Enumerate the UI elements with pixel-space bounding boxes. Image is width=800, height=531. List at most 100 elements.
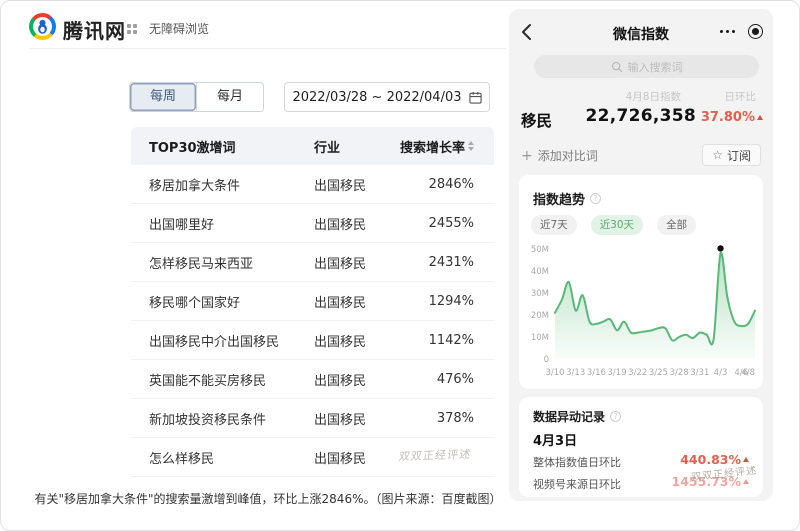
table-row[interactable]: 移居加拿大条件出国移民2846% xyxy=(131,165,494,204)
industry-cell: 出国移民 xyxy=(314,370,388,389)
column-header-keyword[interactable]: TOP30激增词 xyxy=(131,137,314,156)
keyword-row[interactable]: 移民 22,726,358 37.80% xyxy=(521,106,763,132)
column-header-industry[interactable]: 行业 xyxy=(314,137,388,156)
y-axis-tick-label: 40M xyxy=(531,267,549,277)
info-icon[interactable]: ? xyxy=(610,411,621,422)
info-icon[interactable]: ? xyxy=(590,193,601,204)
y-axis-tick-label: 0 xyxy=(544,355,549,365)
x-axis-tick-label: 3/22 xyxy=(628,368,647,378)
keyword-cell: 英国能不能买房移民 xyxy=(131,370,314,389)
peak-marker-dot xyxy=(717,245,723,251)
star-icon: ☆ xyxy=(712,148,723,162)
meta-row: 4月8日指数 日环比 xyxy=(509,89,773,103)
keyword-label: 移民 xyxy=(521,109,552,131)
sort-icon[interactable] xyxy=(468,141,474,151)
mini-program-capsule xyxy=(720,24,764,39)
dod-label: 日环比 xyxy=(725,89,757,104)
table-row[interactable]: 出国移民中介出国移民出国移民1142% xyxy=(131,321,494,360)
industry-cell: 出国移民 xyxy=(314,214,388,233)
search-icon xyxy=(611,61,623,73)
table-header-row: TOP30激增词 行业 搜索增长率 xyxy=(131,127,494,165)
growth-cell: 1142% xyxy=(388,333,494,348)
grid-menu-icon[interactable] xyxy=(127,24,137,34)
period-tab[interactable]: 每周 xyxy=(130,83,196,111)
x-axis-tick-label: 3/10 xyxy=(545,368,564,378)
keyword-cell: 怎样移民马来西亚 xyxy=(131,253,314,272)
up-triangle-icon xyxy=(743,457,749,462)
close-capsule-icon[interactable] xyxy=(748,24,763,39)
period-tab[interactable]: 每月 xyxy=(196,83,263,111)
table-row[interactable]: 英国能不能买房移民出国移民476% xyxy=(131,360,494,399)
up-triangle-icon xyxy=(743,479,749,484)
page: 腾讯网 无障碍浏览 每周每月 2022/03/28 ~ 2022/04/03 T… xyxy=(0,0,800,531)
period-tab-group: 每周每月 xyxy=(129,82,264,112)
action-row: + 添加对比词 ☆ 订阅 xyxy=(521,144,761,168)
anomaly-label: 视频号来源日环比 xyxy=(533,476,621,492)
trend-card-title: 指数趋势 ? xyxy=(533,189,601,208)
keyword-cell: 怎么样移民 xyxy=(131,448,314,467)
search-input[interactable]: 输入搜索词 xyxy=(534,55,759,78)
x-axis-tick-label: 3/28 xyxy=(670,368,689,378)
industry-cell: 出国移民 xyxy=(314,292,388,311)
table-row[interactable]: 移民哪个国家好出国移民1294% xyxy=(131,282,494,321)
add-compare-button[interactable]: + 添加对比词 xyxy=(521,147,598,164)
anomaly-card: 数据异动记录 ? 4月3日 整体指数值日环比 440.83% 视频号来源日环比 … xyxy=(519,397,763,497)
y-axis-tick-label: 10M xyxy=(531,333,549,343)
growth-cell: 1294% xyxy=(388,294,494,309)
x-axis-tick-label: 4/8 xyxy=(741,368,755,378)
industry-cell: 出国移民 xyxy=(314,409,388,428)
caption: 有关"移居加拿大条件"的搜索量激增到峰值，环比上涨2846%。（图片来源：百度截… xyxy=(29,490,507,507)
index-change: 37.80% xyxy=(701,110,763,125)
search-placeholder: 输入搜索词 xyxy=(628,59,683,75)
growth-cell: 378% xyxy=(388,411,494,426)
table-row[interactable]: 新加坡投资移民条件出国移民378% xyxy=(131,399,494,438)
x-axis-tick-label: 3/19 xyxy=(608,368,627,378)
keyword-cell: 移居加拿大条件 xyxy=(131,175,314,194)
anomaly-label: 整体指数值日环比 xyxy=(533,454,621,470)
tencent-logo[interactable] xyxy=(29,13,56,40)
x-axis-tick-label: 4/3 xyxy=(714,368,728,378)
trend-tab[interactable]: 近7天 xyxy=(531,215,577,235)
y-axis-tick-label: 50M xyxy=(531,245,549,255)
calendar-icon xyxy=(469,91,482,104)
growth-cell: 2431% xyxy=(388,255,494,270)
keyword-cell: 出国哪里好 xyxy=(131,214,314,233)
growth-cell: 476% xyxy=(388,372,494,387)
x-axis-tick-label: 3/25 xyxy=(649,368,668,378)
trend-tab[interactable]: 全部 xyxy=(657,215,696,235)
accessibility-link[interactable]: 无障碍浏览 xyxy=(149,20,209,37)
industry-cell: 出国移民 xyxy=(314,175,388,194)
table-row[interactable]: 怎样移民马来西亚出国移民2431% xyxy=(131,243,494,282)
x-axis-tick-label: 3/16 xyxy=(587,368,606,378)
y-axis-tick-label: 20M xyxy=(531,311,549,321)
mini-program-header: 微信指数 xyxy=(509,21,773,43)
index-date-label: 4月8日指数 xyxy=(626,89,681,104)
growth-header-label: 搜索增长率 xyxy=(400,137,465,156)
y-axis-tick-label: 30M xyxy=(531,289,549,299)
more-options-icon[interactable] xyxy=(720,30,736,34)
date-range-value: 2022/03/28 ~ 2022/04/03 xyxy=(292,90,461,105)
surge-words-table: TOP30激增词 行业 搜索增长率 移居加拿大条件出国移民2846%出国哪里好出… xyxy=(131,127,494,477)
table-row[interactable]: 出国哪里好出国移民2455% xyxy=(131,204,494,243)
trend-tab[interactable]: 近30天 xyxy=(591,215,643,235)
header-divider xyxy=(29,48,506,49)
keyword-cell: 出国移民中介出国移民 xyxy=(131,331,314,350)
penguin-icon xyxy=(34,18,51,35)
watermark: 双双正经评述 xyxy=(398,446,473,465)
growth-cell: 2846% xyxy=(388,177,494,192)
column-header-growth[interactable]: 搜索增长率 xyxy=(388,137,494,156)
industry-cell: 出国移民 xyxy=(314,331,388,350)
keyword-cell: 新加坡投资移民条件 xyxy=(131,409,314,428)
subscribe-button[interactable]: ☆ 订阅 xyxy=(702,144,761,166)
index-value: 22,726,358 xyxy=(585,106,696,126)
trend-card: 指数趋势 ? 近7天近30天全部 50M40M30M20M10M03/103/1… xyxy=(519,175,763,389)
date-range-picker[interactable]: 2022/03/28 ~ 2022/04/03 xyxy=(284,82,490,112)
site-title[interactable]: 腾讯网 xyxy=(63,15,126,44)
table-body: 移居加拿大条件出国移民2846%出国哪里好出国移民2455%怎样移民马来西亚出国… xyxy=(131,165,494,477)
trend-chart[interactable]: 50M 40M 30M 20M 10M 0 3/103/133/163/193/223/25… xyxy=(521,237,761,385)
industry-cell: 出国移民 xyxy=(314,253,388,272)
x-axis-tick-label: 3/13 xyxy=(566,368,585,378)
anomaly-date: 4月3日 xyxy=(533,430,577,449)
industry-cell: 出国移民 xyxy=(314,448,388,467)
plus-icon: + xyxy=(521,149,533,163)
